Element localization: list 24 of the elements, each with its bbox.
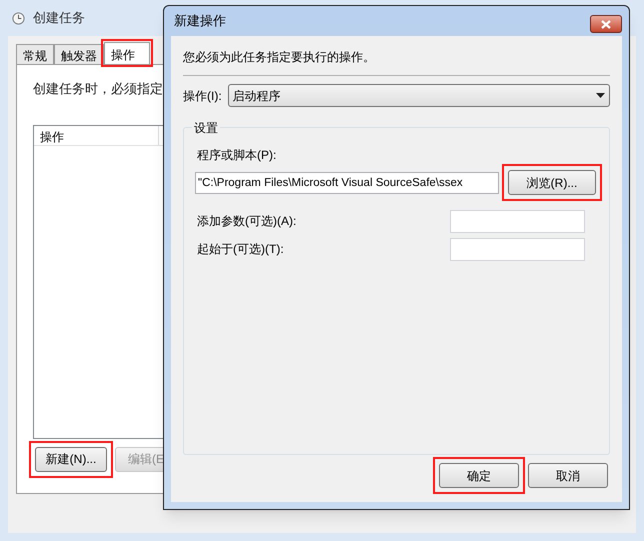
- action-dropdown[interactable]: 启动程序: [228, 84, 610, 107]
- input-field[interactable]: [450, 238, 585, 260]
- window-title: 创建任务: [33, 9, 85, 28]
- column-header[interactable]: 操作: [34, 126, 159, 144]
- tab[interactable]: 常规: [16, 44, 54, 64]
- description-text: 创建任务时，必须指定: [33, 80, 163, 98]
- close-button[interactable]: [590, 15, 622, 33]
- new-button[interactable]: 新建(N)...: [35, 446, 107, 472]
- field-label: 添加参数(可选)(A):: [197, 213, 296, 230]
- tab[interactable]: 触发器: [54, 44, 104, 64]
- program-field[interactable]: "C:\Program Files\Microsoft Visual SourceSafe\ssex: [195, 172, 499, 194]
- dropdown-arrow-icon: [596, 93, 605, 98]
- browse-button[interactable]: 浏览(R)...: [508, 170, 596, 195]
- dialog-title: 新建操作: [174, 12, 226, 30]
- input-field[interactable]: [450, 210, 585, 232]
- ok-button[interactable]: 确定: [439, 463, 519, 488]
- field-label: 程序或脚本(P):: [197, 147, 278, 164]
- instruction-text: 您必须为此任务指定要执行的操作。: [183, 49, 376, 66]
- cancel-button[interactable]: 取消: [528, 463, 608, 488]
- clock-icon: [12, 12, 25, 24]
- tab[interactable]: 操作: [104, 42, 150, 64]
- close-icon: [601, 20, 611, 28]
- field-label: 起始于(可选)(T):: [197, 241, 284, 258]
- action-label: 操作(I):: [183, 88, 222, 104]
